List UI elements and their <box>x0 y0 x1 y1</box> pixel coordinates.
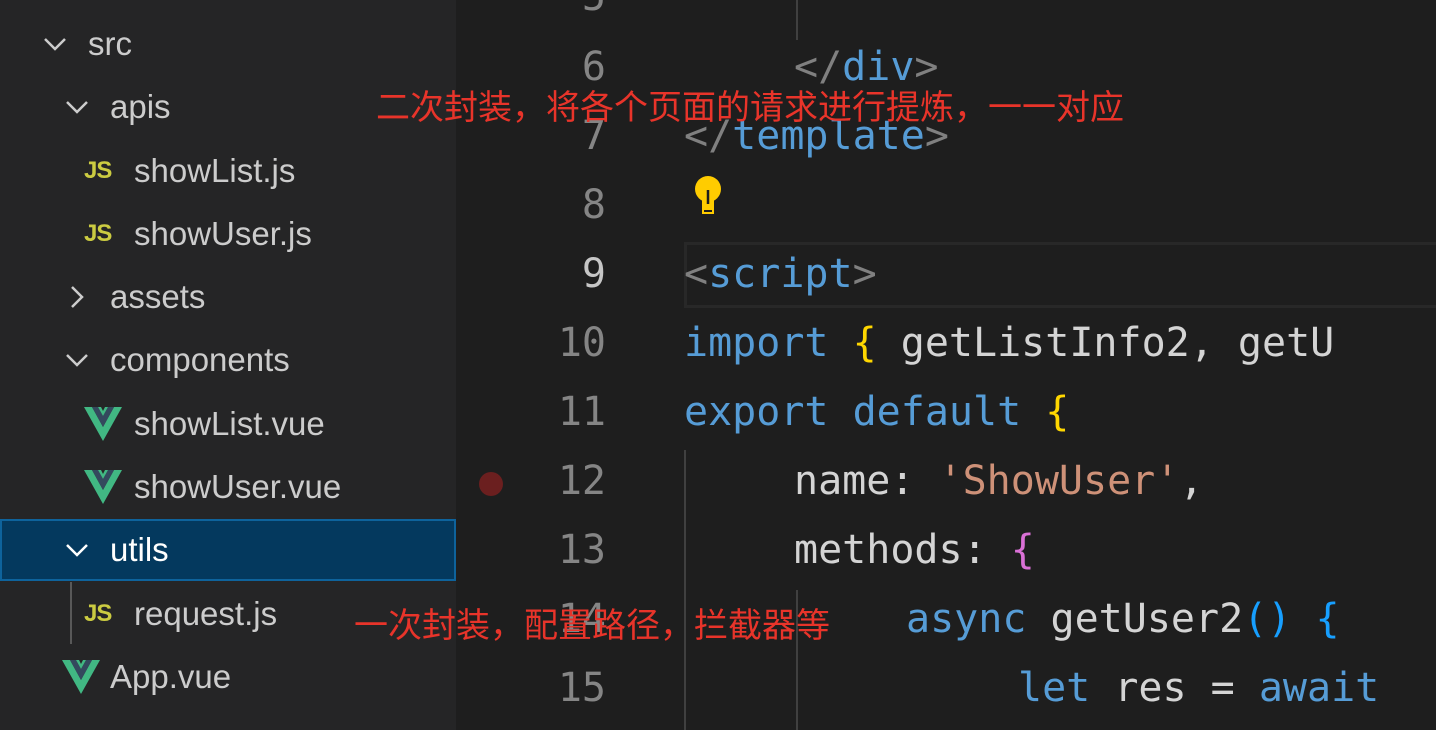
tree-file-showuser-vue[interactable]: showUser.vue <box>0 456 456 518</box>
tree-label: utils <box>110 531 169 568</box>
lightbulb-icon[interactable] <box>690 174 726 218</box>
chevron-down-icon <box>44 38 66 51</box>
js-file-icon: JS <box>84 157 112 184</box>
code-token: > <box>852 251 877 297</box>
tree-label: components <box>110 341 290 378</box>
chevron-down-icon <box>66 354 88 367</box>
code-line-11: export default { <box>684 389 1069 435</box>
code-line-12: name: 'ShowUser', <box>794 458 1203 504</box>
tree-folder-src[interactable]: src <box>0 13 456 75</box>
tree-file-app-vue[interactable]: App.vue <box>0 646 456 708</box>
chevron-down-icon <box>66 101 88 114</box>
tree-label: apis <box>110 88 171 125</box>
code-token: getListInfo2, getU <box>876 320 1335 366</box>
code-token: { <box>1045 389 1070 435</box>
tree-label: assets <box>110 278 206 315</box>
vue-file-icon <box>84 470 122 504</box>
code-token: import <box>684 320 829 366</box>
vue-file-icon <box>84 407 122 441</box>
tree-label: showList.js <box>134 152 296 189</box>
code-token: methods: <box>794 527 1011 573</box>
code-token: 'ShowUser' <box>938 458 1180 504</box>
code-token: < <box>684 251 709 297</box>
code-token: default <box>852 389 1022 435</box>
code-token: getUser2 <box>1026 596 1244 642</box>
chevron-right-icon <box>71 286 84 308</box>
tree-folder-utils[interactable]: utils <box>0 519 456 581</box>
annotation-bottom: 一次封装，配置路径，拦截器等 <box>354 606 830 646</box>
line-number: 8 <box>581 182 606 228</box>
js-file-icon: JS <box>84 600 112 627</box>
line-number-active: 9 <box>581 251 606 297</box>
code-token: { <box>852 320 877 366</box>
chevron-down-icon <box>66 544 88 557</box>
tree-label: showUser.js <box>134 215 312 252</box>
line-number: 5 <box>456 0 606 20</box>
code-token: { <box>1010 527 1035 573</box>
code-line-9: <script> <box>684 251 877 297</box>
code-token: await <box>1258 665 1380 711</box>
tree-label: showUser.vue <box>134 468 342 505</box>
line-number: 13 <box>557 527 606 573</box>
code-line-10: import { getListInfo2, getU <box>684 320 1334 366</box>
tree-file-showuser-js[interactable]: JS showUser.js <box>0 203 456 265</box>
indent-guide <box>796 0 798 40</box>
line-number: 10 <box>557 320 606 366</box>
code-token: export <box>684 389 829 435</box>
code-token: , <box>1179 458 1204 504</box>
line-number: 11 <box>557 389 606 435</box>
code-token: let <box>1018 665 1091 711</box>
code-token: res = <box>1090 665 1259 711</box>
tree-label: App.vue <box>110 658 232 695</box>
tree-label: src <box>88 25 132 62</box>
line-number: 15 <box>557 665 606 711</box>
tree-folder-assets[interactable]: assets <box>0 266 456 328</box>
code-token: { <box>1315 596 1340 642</box>
vue-file-icon <box>62 660 100 694</box>
code-line-15: let res = await <box>1018 665 1379 711</box>
code-line-14: async getUser2() { <box>906 596 1340 642</box>
tree-file-showlist-vue[interactable]: showList.vue <box>0 393 456 455</box>
tree-label: showList.vue <box>134 405 325 442</box>
tree-file-showlist-js[interactable]: JS showList.js <box>0 140 456 202</box>
code-line-13: methods: { <box>794 527 1035 573</box>
code-token: script <box>708 251 853 297</box>
code-token: name: <box>794 458 939 504</box>
js-file-icon: JS <box>84 220 112 247</box>
indent-guide <box>684 450 686 730</box>
code-token: () <box>1243 596 1292 642</box>
line-number: 12 <box>557 458 606 504</box>
annotation-top: 二次封装，将各个页面的请求进行提炼，一一对应 <box>376 88 1124 128</box>
tree-label: request.js <box>134 595 278 632</box>
tree-folder-components[interactable]: components <box>0 329 456 391</box>
code-token: async <box>906 596 1027 642</box>
